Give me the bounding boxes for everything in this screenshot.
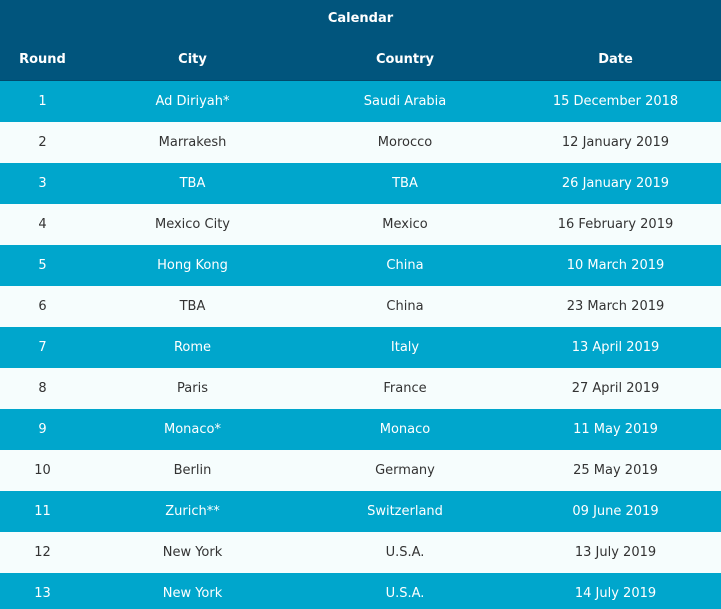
cell-city: Monaco*: [164, 422, 221, 437]
cell-country: China: [386, 299, 424, 314]
table-row: 9 Monaco* Monaco 11 May 2019: [0, 409, 721, 450]
table-row: 11 Zurich** Switzerland 09 June 2019: [0, 491, 721, 532]
cell-city: TBA: [179, 299, 206, 314]
cell-country: Germany: [375, 463, 435, 478]
cell-date: 11 May 2019: [573, 422, 658, 437]
cell-round: 7: [38, 340, 47, 355]
cell-date: 13 July 2019: [574, 545, 657, 560]
table-row: 13 New York U.S.A. 14 July 2019: [0, 573, 721, 609]
cell-country: Saudi Arabia: [363, 94, 447, 109]
cell-country: France: [383, 381, 427, 396]
table-row: 3 TBA TBA 26 January 2019: [0, 163, 721, 204]
cell-round: 9: [38, 422, 47, 437]
cell-date: 09 June 2019: [572, 504, 659, 519]
cell-country: Switzerland: [367, 504, 443, 519]
cell-date: 26 January 2019: [561, 176, 670, 191]
cell-round: 12: [34, 545, 51, 560]
cell-round: 3: [38, 176, 47, 191]
table-row: 5 Hong Kong China 10 March 2019: [0, 245, 721, 286]
calendar-table: Calendar Round City Country Date 1 Ad Di…: [0, 0, 721, 609]
table-row: 2 Marrakesh Morocco 12 January 2019: [0, 122, 721, 163]
cell-round: 11: [34, 504, 51, 519]
cell-round: 6: [38, 299, 47, 314]
header-city: City: [178, 51, 207, 67]
cell-city: TBA: [179, 176, 206, 191]
cell-city: Mexico City: [154, 217, 230, 232]
table-row: 4 Mexico City Mexico 16 February 2019: [0, 204, 721, 245]
cell-city: Paris: [177, 381, 208, 396]
cell-date: 16 February 2019: [557, 217, 674, 232]
cell-country: Monaco: [379, 422, 431, 437]
cell-round: 10: [34, 463, 51, 478]
table-row: 6 TBA China 23 March 2019: [0, 286, 721, 327]
table-row: 7 Rome Italy 13 April 2019: [0, 327, 721, 368]
cell-round: 1: [38, 94, 47, 109]
cell-city: Marrakesh: [158, 135, 227, 150]
table-row: 12 New York U.S.A. 13 July 2019: [0, 532, 721, 573]
cell-city: Zurich**: [165, 504, 220, 519]
table-row: 1 Ad Diriyah* Saudi Arabia 15 December 2…: [0, 81, 721, 122]
cell-round: 4: [38, 217, 47, 232]
cell-date: 14 July 2019: [574, 586, 657, 601]
cell-country: Mexico: [382, 217, 428, 232]
cell-city: Hong Kong: [157, 258, 228, 273]
cell-date: 25 May 2019: [573, 463, 658, 478]
cell-country: China: [386, 258, 424, 273]
cell-date: 27 April 2019: [571, 381, 660, 396]
table-title: Calendar: [0, 0, 721, 38]
cell-country: U.S.A.: [385, 545, 425, 560]
cell-city: Berlin: [173, 463, 212, 478]
cell-round: 2: [38, 135, 47, 150]
cell-round: 8: [38, 381, 47, 396]
cell-date: 12 January 2019: [561, 135, 670, 150]
header-date: Date: [598, 51, 633, 67]
cell-date: 15 December 2018: [552, 94, 679, 109]
cell-country: TBA: [392, 176, 418, 191]
table-row: 8 Paris France 27 April 2019: [0, 368, 721, 409]
cell-country: Morocco: [377, 135, 433, 150]
header-round: Round: [19, 51, 66, 67]
cell-date: 13 April 2019: [571, 340, 660, 355]
cell-country: Italy: [390, 340, 420, 355]
table-row: 10 Berlin Germany 25 May 2019: [0, 450, 721, 491]
cell-round: 5: [38, 258, 47, 273]
cell-date: 23 March 2019: [566, 299, 665, 314]
cell-round: 13: [34, 586, 51, 601]
cell-city: Ad Diriyah*: [155, 94, 230, 109]
cell-country: U.S.A.: [385, 586, 425, 601]
table-header: Round City Country Date: [0, 38, 721, 81]
cell-date: 10 March 2019: [566, 258, 665, 273]
header-country: Country: [375, 51, 435, 67]
cell-city: New York: [162, 545, 223, 560]
cell-city: Rome: [173, 340, 212, 355]
cell-city: New York: [162, 586, 223, 601]
